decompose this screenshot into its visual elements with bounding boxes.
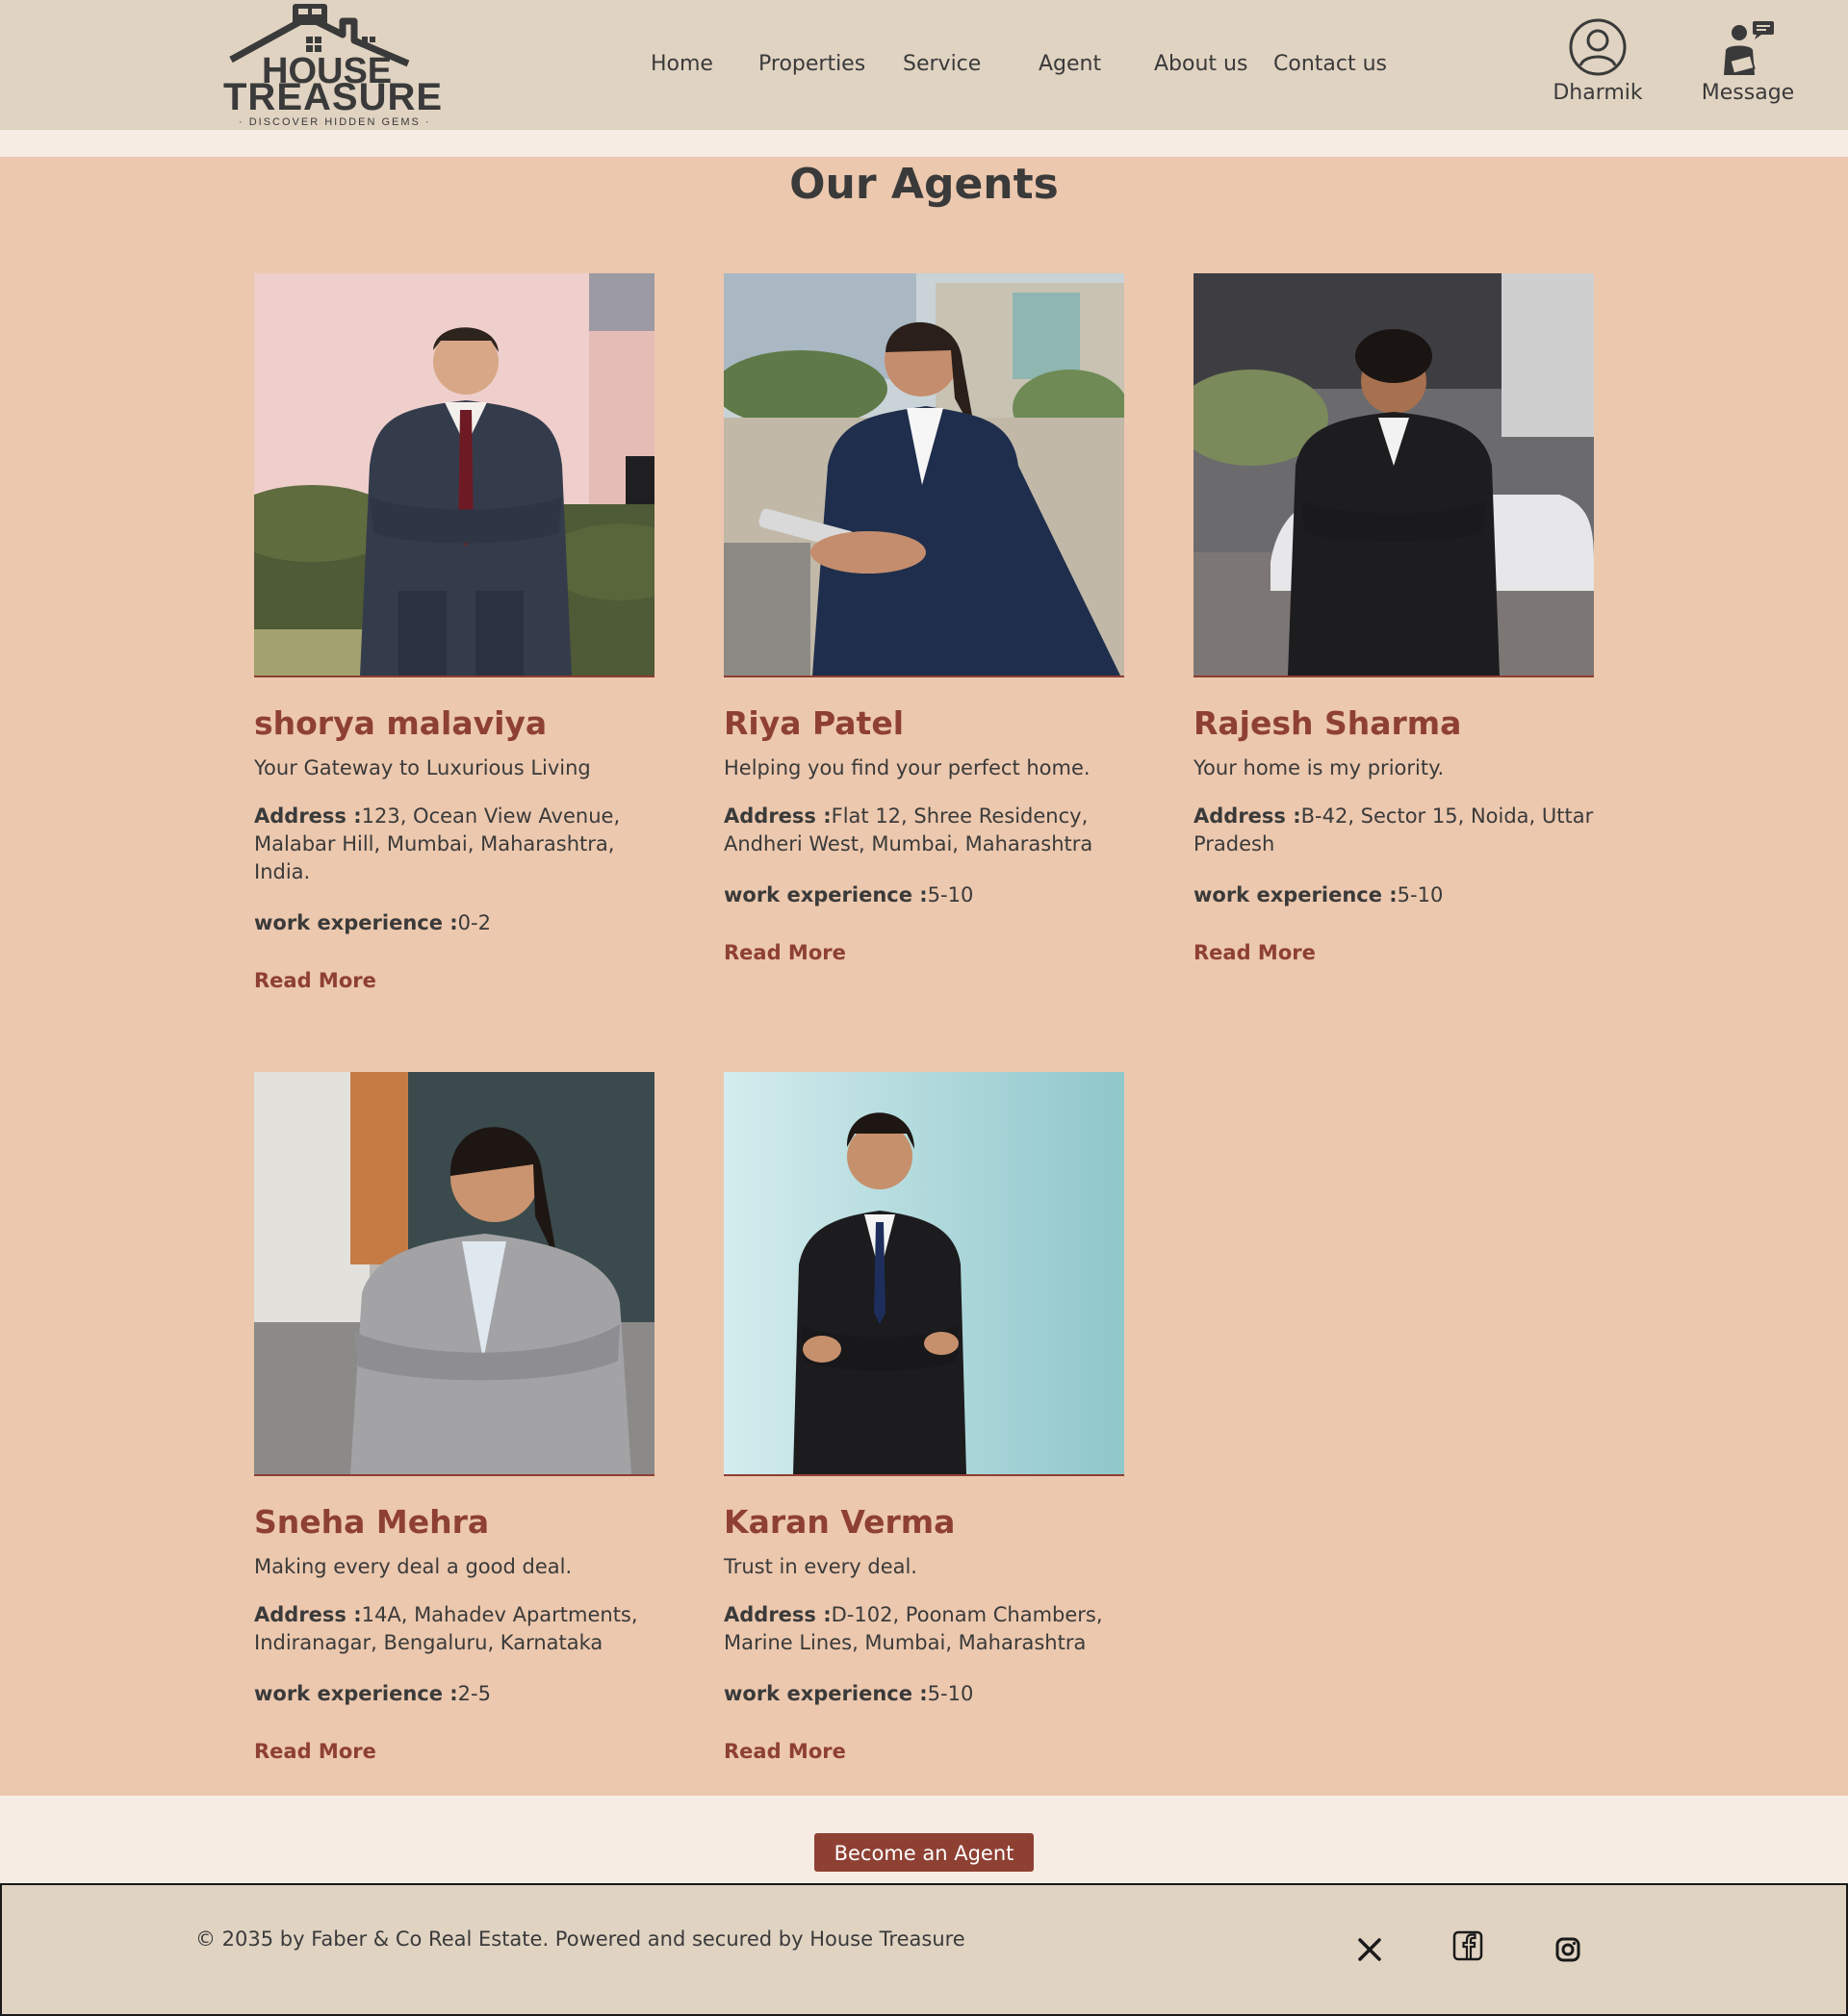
become-agent-button[interactable]: Become an Agent [814, 1833, 1034, 1872]
agent-tagline: Trust in every deal. [724, 1555, 917, 1578]
agent-experience: work experience :0-2 [254, 909, 654, 936]
site-footer: © 2035 by Faber & Co Real Estate. Powere… [0, 1883, 1848, 2016]
agent-photo [254, 273, 654, 677]
agent-card: shorya malaviya Your Gateway to Luxuriou… [254, 273, 654, 992]
agent-photo [254, 1072, 654, 1476]
agent-address: Address :Flat 12, Shree Residency, Andhe… [724, 803, 1124, 858]
address-label: Address : [254, 804, 362, 828]
nav-about-us[interactable]: About us [1154, 52, 1247, 76]
agent-name: Karan Verma [724, 1503, 956, 1541]
experience-label: work experience : [724, 883, 928, 906]
agent-experience: work experience :5-10 [724, 881, 1124, 908]
site-header: HOUSE TREASURE · DISCOVER HIDDEN GEMS · … [0, 0, 1848, 130]
address-label: Address : [724, 1603, 832, 1626]
agent-address: Address :123, Ocean View Avenue, Malabar… [254, 803, 654, 886]
page-title: Our Agents [789, 160, 1059, 209]
agent-name: Sneha Mehra [254, 1503, 490, 1541]
agent-card: Rajesh Sharma Your home is my priority. … [1194, 273, 1594, 964]
user-circle-icon [1569, 18, 1627, 76]
nav-service[interactable]: Service [903, 52, 981, 76]
message-label: Message [1701, 81, 1795, 105]
agent-experience: work experience :5-10 [724, 1680, 1124, 1707]
read-more-link[interactable]: Read More [254, 969, 376, 992]
experience-value: 5-10 [927, 883, 974, 906]
read-more-link[interactable]: Read More [1194, 941, 1316, 964]
read-more-link[interactable]: Read More [724, 1740, 846, 1763]
address-label: Address : [724, 804, 832, 828]
experience-value: 5-10 [927, 1682, 974, 1705]
agent-experience: work experience :2-5 [254, 1680, 654, 1707]
facebook-icon[interactable] [1451, 1929, 1484, 1962]
nav-agent[interactable]: Agent [1039, 52, 1101, 76]
logo-tagline: · DISCOVER HIDDEN GEMS · [239, 116, 431, 128]
nav-properties[interactable]: Properties [758, 52, 865, 76]
read-more-link[interactable]: Read More [724, 941, 846, 964]
agent-card: Karan Verma Trust in every deal. Address… [724, 1072, 1124, 1763]
agent-message-icon [1724, 21, 1774, 75]
agent-address: Address :D-102, Poonam Chambers, Marine … [724, 1601, 1124, 1657]
agent-name: shorya malaviya [254, 704, 548, 742]
agent-photo [1194, 273, 1594, 677]
agent-name: Rajesh Sharma [1194, 704, 1462, 742]
user-profile-button[interactable]: Dharmik [1550, 17, 1646, 105]
agent-tagline: Helping you find your perfect home. [724, 756, 1091, 779]
agent-photo [724, 273, 1124, 677]
agent-tagline: Making every deal a good deal. [254, 1555, 573, 1578]
user-name-label: Dharmik [1553, 81, 1643, 105]
nav-home[interactable]: Home [651, 52, 713, 76]
agent-card: Sneha Mehra Making every deal a good dea… [254, 1072, 654, 1763]
logo-text-treasure: TREASURE [223, 76, 443, 118]
agent-photo [724, 1072, 1124, 1476]
address-label: Address : [254, 1603, 362, 1626]
agent-card: Riya Patel Helping you find your perfect… [724, 273, 1124, 964]
nav-contact-us[interactable]: Contact us [1273, 52, 1387, 76]
agent-tagline: Your Gateway to Luxurious Living [254, 756, 591, 779]
instagram-icon[interactable] [1552, 1933, 1584, 1966]
agent-tagline: Your home is my priority. [1194, 756, 1445, 779]
x-icon[interactable] [1353, 1933, 1386, 1966]
agent-name: Riya Patel [724, 704, 905, 742]
experience-label: work experience : [1194, 883, 1398, 906]
agent-experience: work experience :5-10 [1194, 881, 1594, 908]
experience-label: work experience : [724, 1682, 928, 1705]
experience-value: 2-5 [457, 1682, 491, 1705]
experience-label: work experience : [254, 911, 458, 934]
experience-value: 5-10 [1397, 883, 1444, 906]
agent-address: Address :B-42, Sector 15, Noida, Uttar P… [1194, 803, 1594, 858]
read-more-link[interactable]: Read More [254, 1740, 376, 1763]
agent-address: Address :14A, Mahadev Apartments, Indira… [254, 1601, 654, 1657]
address-label: Address : [1194, 804, 1301, 828]
copyright-text: © 2035 by Faber & Co Real Estate. Powere… [195, 1927, 965, 1951]
message-button[interactable]: Message [1698, 19, 1798, 105]
experience-value: 0-2 [457, 911, 491, 934]
experience-label: work experience : [254, 1682, 458, 1705]
